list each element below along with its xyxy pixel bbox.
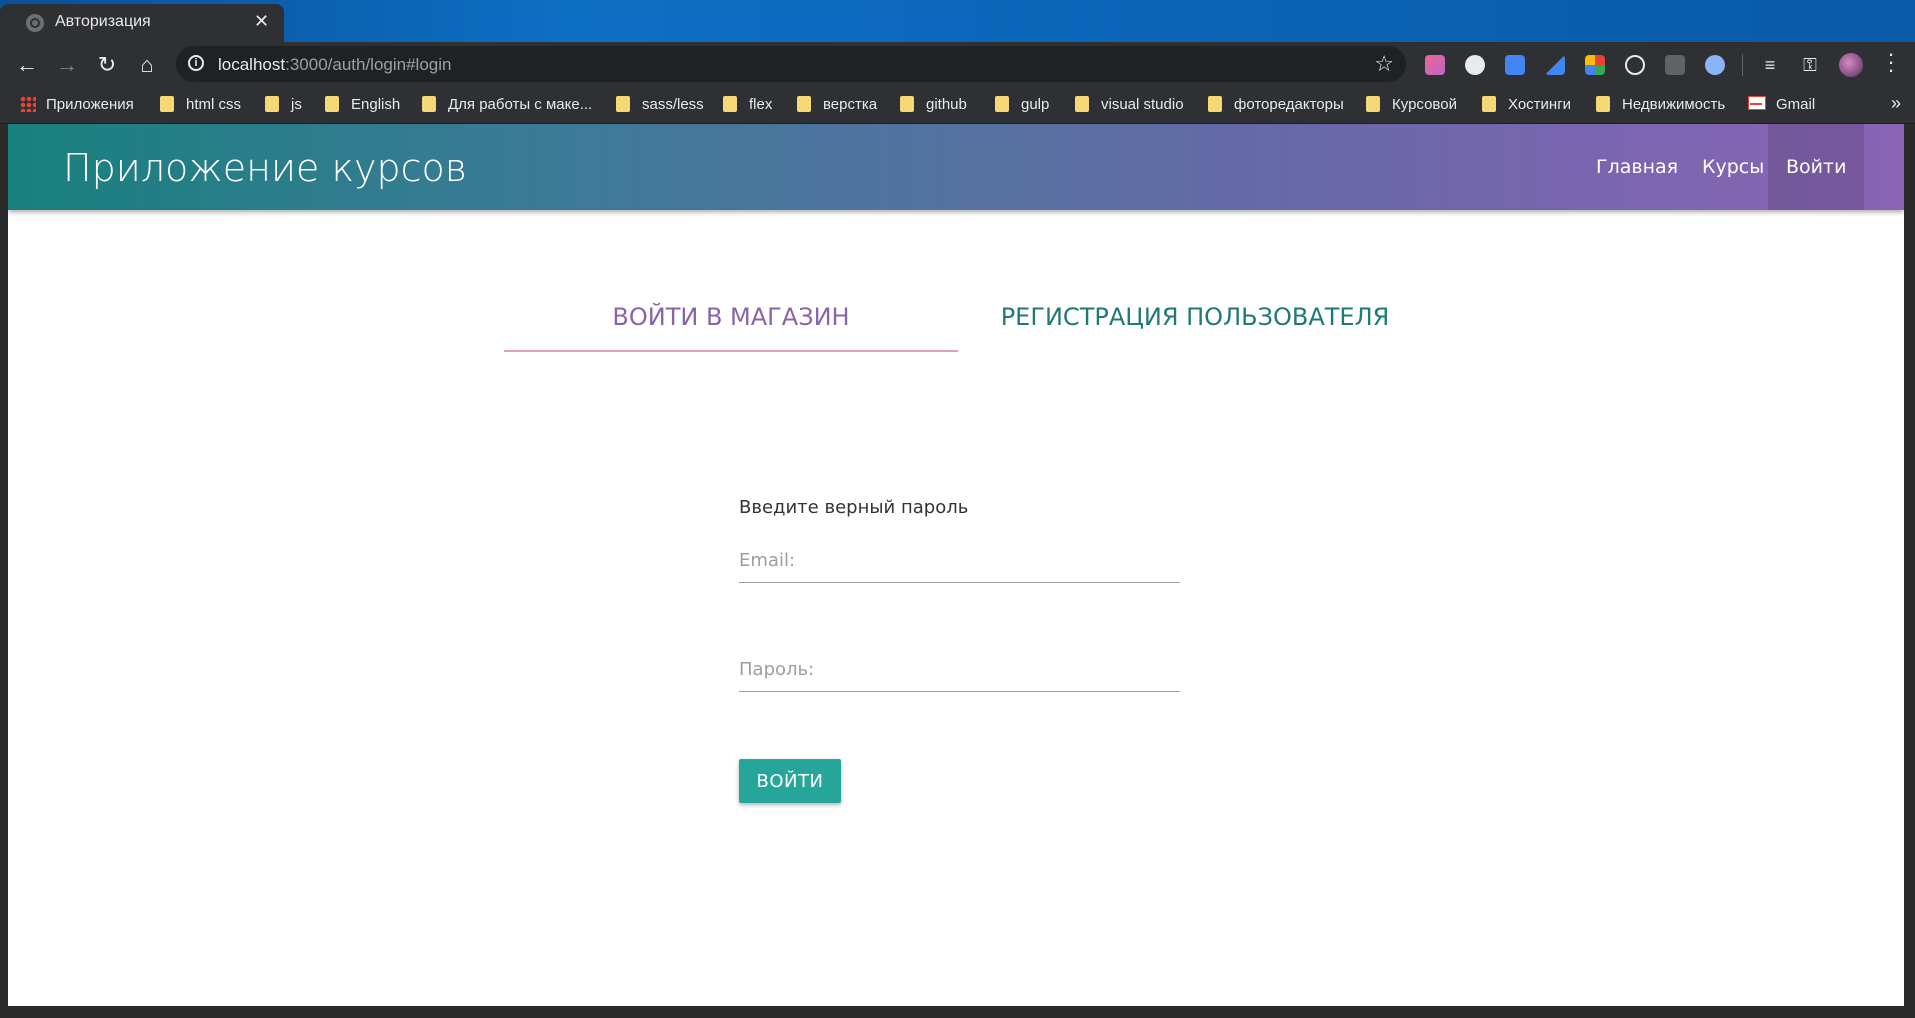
back-icon[interactable]: ← <box>13 51 41 79</box>
login-submit-button[interactable]: ВОЙТИ <box>739 759 841 803</box>
bookmark-folder[interactable]: Недвижимость <box>1596 96 1725 113</box>
browser-tab-strip: Авторизация ✕ <box>0 0 1915 42</box>
extension-translate-icon[interactable] <box>1505 55 1525 75</box>
globe-icon <box>26 14 44 32</box>
folder-icon <box>160 96 174 112</box>
tab-title: Авторизация <box>55 13 151 30</box>
folder-icon <box>1596 96 1610 112</box>
bookmarks-bar: Приложения html css js English Для работ… <box>0 87 1915 124</box>
bookmark-apps[interactable]: Приложения <box>20 96 134 113</box>
extension-gradient-icon[interactable] <box>1425 55 1445 75</box>
browser-tab[interactable]: Авторизация ✕ <box>0 4 284 42</box>
tab-login[interactable]: ВОЙТИ В МАГАЗИН <box>504 284 958 352</box>
folder-icon <box>1075 96 1089 112</box>
reload-icon[interactable]: ↻ <box>93 51 121 79</box>
extension-react-icon[interactable] <box>1625 55 1645 75</box>
nav-link-home[interactable]: Главная <box>1578 124 1696 210</box>
error-message: Введите верный пароль <box>739 497 969 518</box>
close-tab-icon[interactable]: ✕ <box>254 11 269 32</box>
folder-icon <box>900 96 914 112</box>
extension-chat-icon[interactable] <box>1465 55 1485 75</box>
folder-icon <box>616 96 630 112</box>
site-info-icon[interactable]: i <box>188 55 204 71</box>
gmail-icon <box>1748 96 1766 110</box>
password-input[interactable] <box>739 647 1180 691</box>
more-bookmarks-icon[interactable]: » <box>1891 93 1901 114</box>
bookmark-folder[interactable]: github <box>900 96 967 113</box>
email-field <box>739 538 1180 583</box>
bookmark-star-icon[interactable]: ☆ <box>1374 51 1394 77</box>
page-viewport: Приложение курсов Главная Курсы Войти ВО… <box>8 124 1904 1006</box>
extension-circle-icon[interactable] <box>1705 55 1725 75</box>
bookmark-folder[interactable]: js <box>265 96 302 113</box>
home-icon[interactable]: ⌂ <box>133 51 161 79</box>
url-text[interactable]: localhost:3000/auth/login#login <box>218 55 451 75</box>
bookmark-folder[interactable]: English <box>325 96 400 113</box>
folder-icon <box>1208 96 1222 112</box>
folder-icon <box>1366 96 1380 112</box>
profile-avatar[interactable] <box>1839 53 1863 77</box>
media-queue-icon[interactable]: ≡ <box>1756 51 1784 79</box>
app-navbar: Приложение курсов Главная Курсы Войти <box>8 124 1904 210</box>
password-field <box>739 647 1180 692</box>
bookmark-folder[interactable]: фоторедакторы <box>1208 96 1344 113</box>
folder-icon <box>797 96 811 112</box>
folder-icon <box>723 96 737 112</box>
bookmark-folder[interactable]: gulp <box>995 96 1049 113</box>
extension-grid-icon[interactable] <box>1665 55 1685 75</box>
browser-toolbar: ← → ↻ ⌂ i localhost:3000/auth/login#logi… <box>0 42 1915 87</box>
bookmark-folder[interactable]: visual studio <box>1075 96 1184 113</box>
nav-link-login[interactable]: Войти <box>1768 124 1865 210</box>
folder-icon <box>995 96 1009 112</box>
kebab-menu-icon[interactable]: · · · <box>1886 43 1896 81</box>
bookmark-folder[interactable]: html css <box>160 96 241 113</box>
key-icon[interactable]: ⚿ <box>1796 51 1824 79</box>
extension-windows-icon[interactable] <box>1585 55 1605 75</box>
tab-register[interactable]: РЕГИСТРАЦИЯ ПОЛЬЗОВАТЕЛЯ <box>968 284 1422 350</box>
bookmark-folder[interactable]: Для работы с маке... <box>422 96 592 113</box>
bookmark-folder[interactable]: sass/less <box>616 96 704 113</box>
address-bar[interactable]: i localhost:3000/auth/login#login ☆ <box>176 46 1406 82</box>
folder-icon <box>1482 96 1496 112</box>
bookmark-folder[interactable]: Хостинги <box>1482 96 1571 113</box>
bookmark-gmail[interactable]: Gmail <box>1748 96 1815 113</box>
bookmark-folder[interactable]: верстка <box>797 96 877 113</box>
email-input[interactable] <box>739 538 1180 582</box>
app-brand[interactable]: Приложение курсов <box>63 146 467 190</box>
bookmark-folder[interactable]: flex <box>723 96 772 113</box>
forward-icon[interactable]: → <box>53 51 81 79</box>
extension-colorpicker-icon[interactable] <box>1545 55 1565 75</box>
toolbar-separator <box>1742 54 1743 76</box>
folder-icon <box>325 96 339 112</box>
folder-icon <box>265 96 279 112</box>
apps-grid-icon <box>20 96 36 112</box>
bookmark-folder[interactable]: Курсовой <box>1366 96 1457 113</box>
folder-icon <box>422 96 436 112</box>
